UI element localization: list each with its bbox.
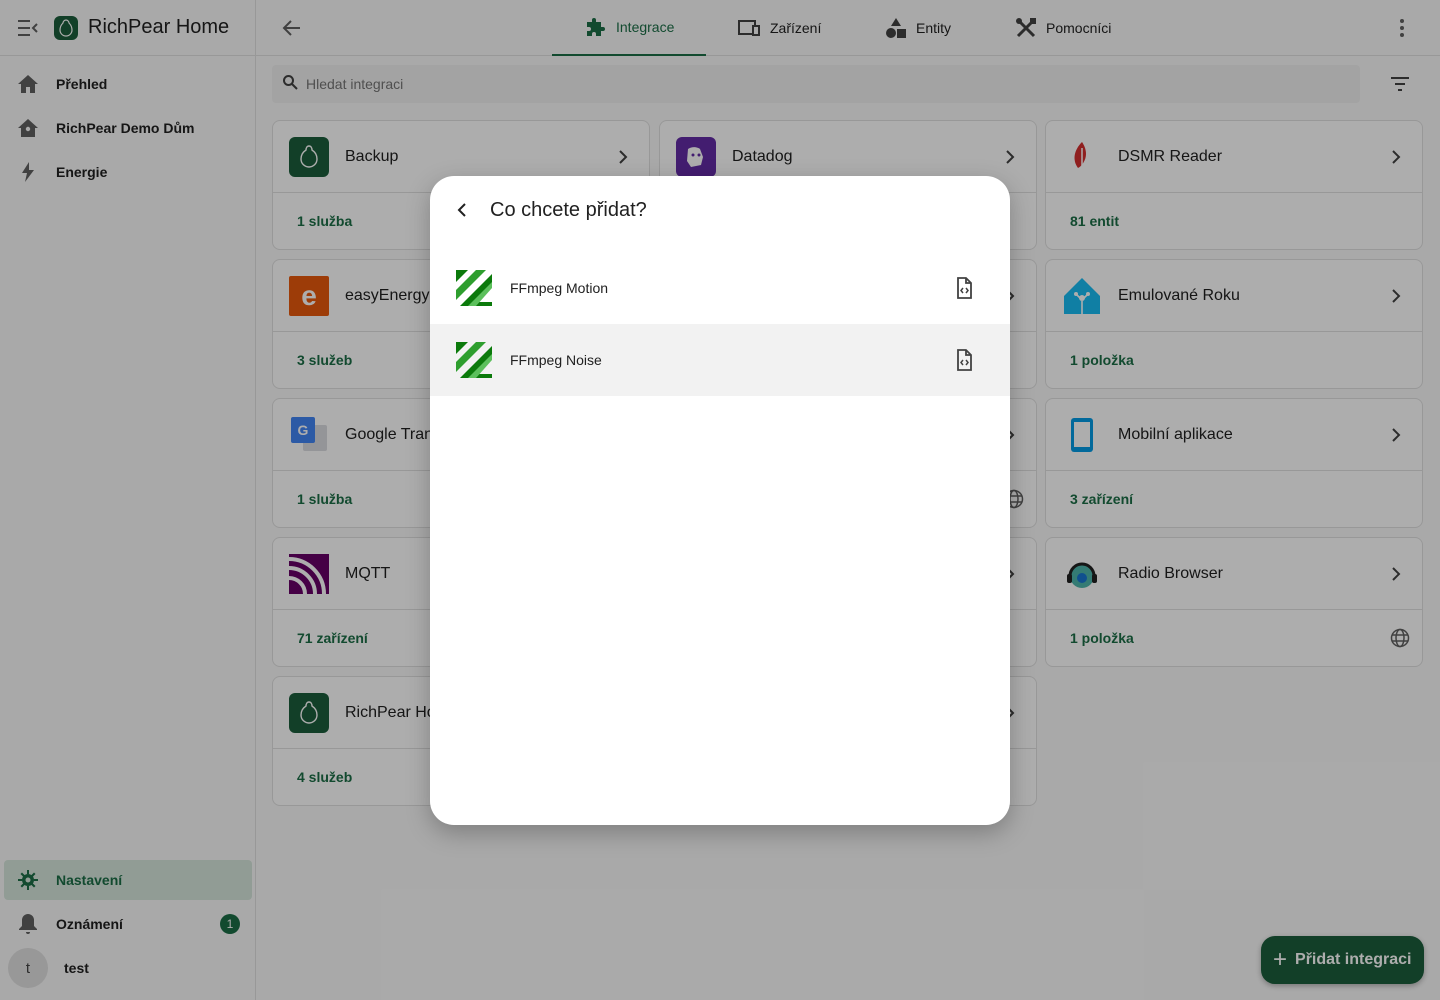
file-code-icon[interactable] <box>952 276 976 300</box>
dialog-title: Co chcete přidat? <box>490 198 647 221</box>
dialog-item-ffmpeg-noise[interactable]: FFmpeg Noise <box>430 324 1010 396</box>
dialog-item-ffmpeg-motion[interactable]: FFmpeg Motion <box>430 252 1010 324</box>
dialog-item-label: FFmpeg Noise <box>510 352 602 368</box>
ffmpeg-logo-icon <box>456 342 492 378</box>
chevron-left-icon[interactable] <box>450 198 474 222</box>
dialog-item-label: FFmpeg Motion <box>510 280 609 296</box>
add-integration-dialog: Co chcete přidat? FFmpeg Motion FFmpeg N… <box>430 176 1010 825</box>
file-code-icon[interactable] <box>952 348 976 372</box>
ffmpeg-logo-icon <box>456 270 492 306</box>
dialog-header: Co chcete přidat? <box>430 176 1010 244</box>
